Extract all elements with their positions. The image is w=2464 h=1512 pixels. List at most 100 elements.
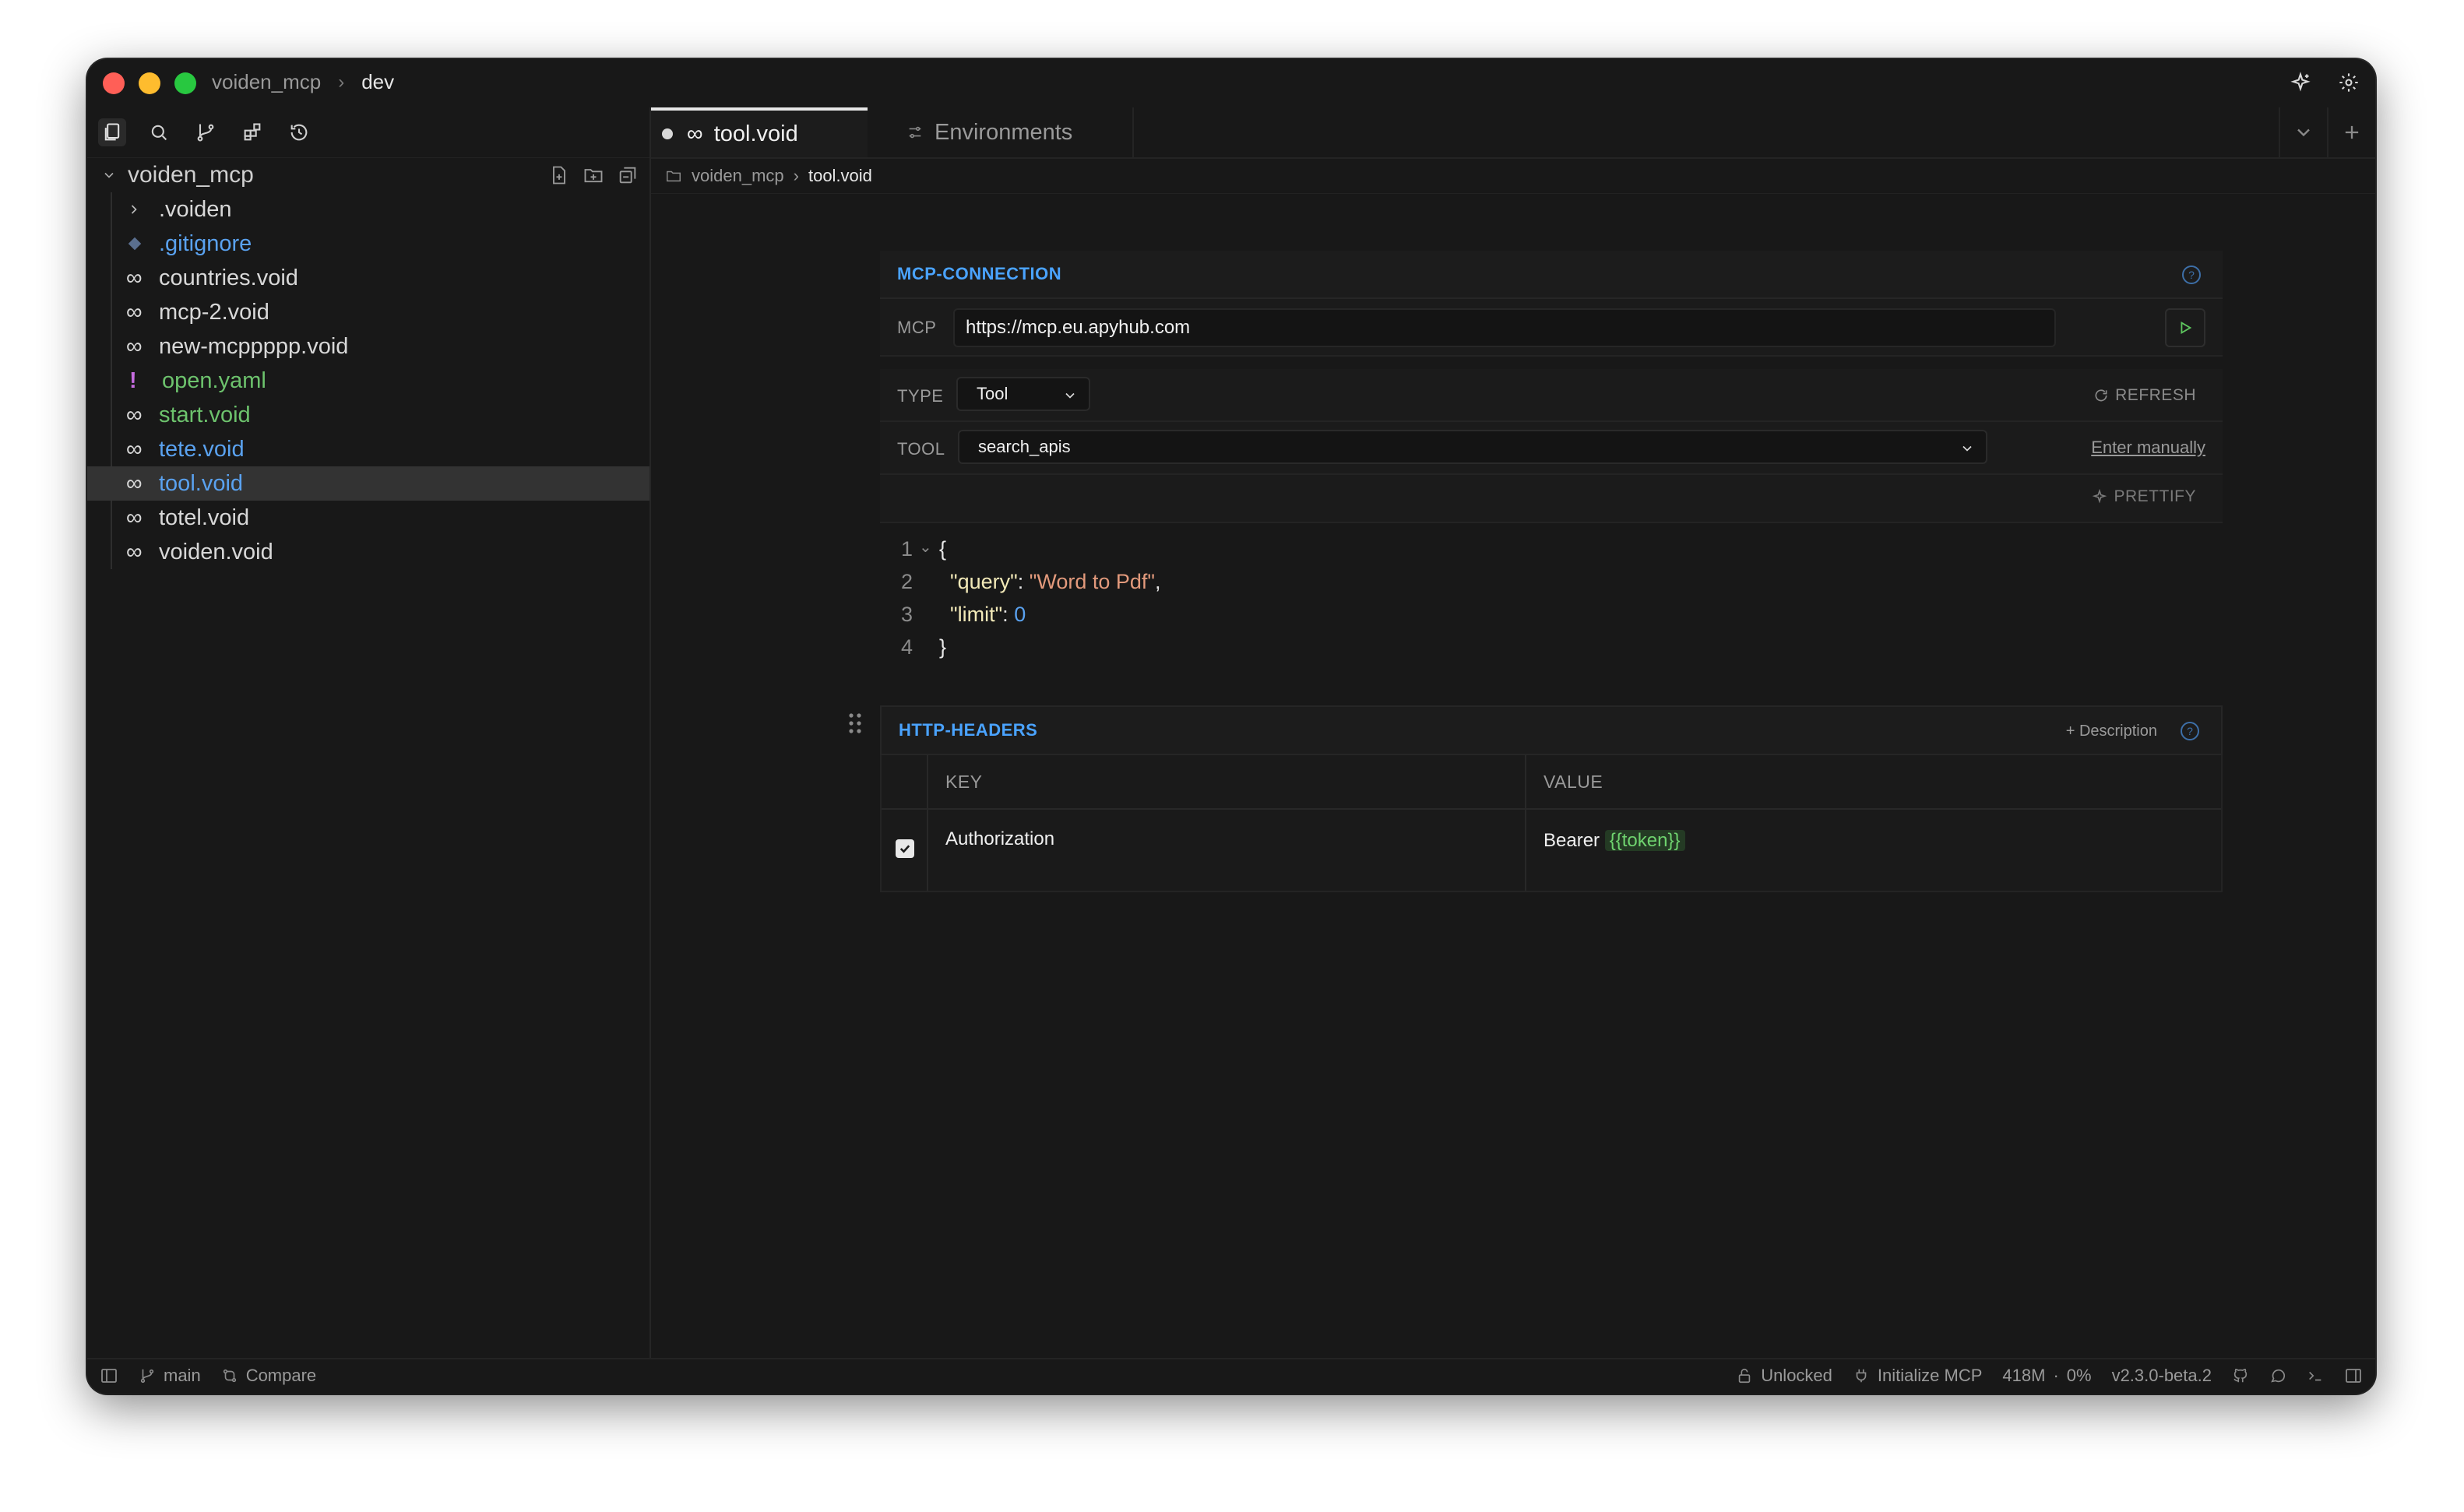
help-icon[interactable]: ? — [2182, 265, 2201, 284]
history-icon[interactable] — [285, 118, 313, 146]
branch-name[interactable]: dev — [361, 70, 394, 94]
tree-item-countries[interactable]: ∞ countries.void — [87, 261, 649, 295]
tab-label: Environments — [935, 119, 1073, 145]
json-editor[interactable]: 1 ⌄ { 2 "query" : "Word to Pdf" , 3 "lim… — [901, 533, 1161, 663]
code-line: 1 ⌄ { — [901, 533, 1161, 565]
tool-select[interactable]: search_apis — [958, 430, 1987, 464]
infinity-icon: ∞ — [126, 470, 143, 496]
maximize-window-button[interactable] — [174, 72, 196, 94]
col-header-value: VALUE — [1544, 771, 1603, 792]
env-variable-token[interactable]: {{token}} — [1604, 830, 1685, 851]
breadcrumb-file[interactable]: tool.void — [808, 166, 872, 186]
infinity-icon: ∞ — [126, 402, 143, 427]
tree-item-voiden-folder[interactable]: .voiden — [87, 192, 649, 227]
collapse-all-icon[interactable] — [617, 164, 639, 186]
json-brace: { — [939, 536, 947, 561]
header-value-cell[interactable]: Bearer {{token}} — [1544, 830, 1685, 852]
minimize-window-button[interactable] — [139, 72, 160, 94]
compare-button[interactable]: Compare — [221, 1366, 316, 1386]
new-folder-icon[interactable] — [583, 164, 604, 186]
infinity-icon: ∞ — [687, 121, 703, 146]
help-icon[interactable]: ? — [2181, 722, 2199, 740]
chevron-right-icon: › — [793, 166, 799, 185]
extensions-icon[interactable] — [238, 118, 266, 146]
ai-sparkle-icon[interactable] — [2286, 69, 2314, 97]
refresh-icon — [2095, 389, 2107, 402]
add-description-button[interactable]: + Description — [2066, 723, 2157, 740]
chat-icon[interactable] — [2269, 1367, 2286, 1384]
breadcrumb-folder[interactable]: voiden_mcp — [692, 166, 784, 186]
header-key-cell[interactable]: Authorization — [945, 828, 1054, 850]
checkmark-icon — [899, 845, 910, 853]
search-icon[interactable] — [145, 118, 173, 146]
prettify-label: PRETTIFY — [2114, 487, 2196, 505]
enter-manually-link[interactable]: Enter manually — [2091, 438, 2205, 458]
sidebar-toolbar — [87, 107, 649, 158]
initialize-mcp-label: Initialize MCP — [1877, 1366, 1983, 1385]
infinity-icon: ∞ — [126, 539, 143, 564]
tree-item-tete[interactable]: ∞ tete.void — [87, 432, 649, 466]
mcp-url-input[interactable]: https://mcp.eu.apyhub.com — [953, 308, 2056, 347]
header-enabled-checkbox[interactable] — [896, 839, 914, 858]
tree-item-new-mcppppp[interactable]: ∞ new-mcppppp.void — [87, 329, 649, 364]
breadcrumb: voiden_mcp › tool.void — [651, 159, 2375, 194]
branch-status[interactable]: main — [139, 1366, 201, 1386]
initialize-mcp-button[interactable]: Initialize MCP — [1853, 1366, 1982, 1386]
tree-item-mcp-2[interactable]: ∞ mcp-2.void — [87, 295, 649, 329]
json-colon: : — [1002, 602, 1015, 626]
fold-chevron-icon[interactable]: ⌄ — [919, 537, 932, 557]
tab-tool-void[interactable]: ∞ tool.void — [651, 107, 868, 157]
run-button[interactable] — [2165, 308, 2205, 347]
workspace-root[interactable]: voiden_mcp — [87, 158, 649, 192]
drag-handle-icon[interactable] — [847, 712, 863, 735]
chevron-down-icon — [101, 167, 118, 183]
tab-environments[interactable]: Environments — [868, 107, 1134, 157]
lock-status[interactable]: Unlocked — [1736, 1366, 1832, 1386]
type-row: TYPE Tool REFRESH — [880, 369, 2223, 422]
type-label: TYPE — [897, 386, 944, 406]
tab-list-chevron-down-icon[interactable] — [2279, 107, 2327, 157]
new-tab-plus-icon[interactable] — [2327, 107, 2375, 157]
unlock-icon — [1738, 1368, 1751, 1384]
json-colon: : — [1017, 569, 1030, 593]
tree-item-label: mcp-2.void — [159, 299, 269, 325]
infinity-icon: ∞ — [126, 265, 143, 290]
prettify-button[interactable]: PRETTIFY — [2092, 487, 2196, 506]
app-window: voiden_mcp › dev voiden_mcp .voiden .git… — [87, 59, 2375, 1394]
chevron-down-icon — [1062, 388, 1078, 403]
code-line: 3 "limit" : 0 — [901, 598, 1161, 631]
chevron-down-icon — [1959, 441, 1975, 456]
settings-gear-icon[interactable] — [2335, 69, 2363, 97]
tree-item-start[interactable]: ∞ start.void — [87, 398, 649, 432]
toggle-panel-icon[interactable] — [2344, 1366, 2363, 1385]
toggle-sidebar-icon[interactable] — [100, 1366, 118, 1385]
tree-item-voiden[interactable]: ∞ voiden.void — [87, 535, 649, 569]
tree-item-tool[interactable]: ∞ tool.void — [87, 466, 649, 501]
tree-item-label: open.yaml — [162, 367, 266, 393]
sparkle-icon — [2093, 489, 2107, 504]
json-string: "Word to Pdf" — [1029, 569, 1155, 593]
json-comma: , — [1154, 569, 1161, 593]
code-line: 4 } — [901, 631, 1161, 663]
tree-item-label: totel.void — [159, 505, 250, 530]
terminal-icon[interactable] — [2307, 1367, 2324, 1384]
chevron-right-icon: › — [338, 71, 345, 93]
github-icon[interactable] — [2232, 1367, 2249, 1384]
files-icon[interactable] — [98, 118, 126, 146]
tree-item-gitignore[interactable]: .gitignore — [87, 227, 649, 261]
git-branch-icon[interactable] — [192, 118, 220, 146]
refresh-button[interactable]: REFRESH — [2093, 386, 2196, 405]
close-window-button[interactable] — [103, 72, 125, 94]
exclamation-icon: ! — [129, 367, 137, 393]
new-file-icon[interactable] — [548, 164, 570, 186]
line-number: 3 — [900, 602, 913, 626]
section-title: MCP-CONNECTION — [897, 264, 1062, 283]
tree-item-totel[interactable]: ∞ totel.void — [87, 501, 649, 535]
project-name[interactable]: voiden_mcp — [212, 70, 321, 94]
tree-item-open-yaml[interactable]: ! open.yaml — [87, 364, 649, 398]
type-select[interactable]: Tool — [956, 377, 1090, 411]
file-explorer-sidebar: voiden_mcp .voiden .gitignore ∞ countrie… — [87, 107, 651, 1359]
tree-item-label: countries.void — [159, 265, 298, 290]
infinity-icon: ∞ — [126, 436, 143, 462]
memory-usage: 418M — [2002, 1366, 2046, 1385]
